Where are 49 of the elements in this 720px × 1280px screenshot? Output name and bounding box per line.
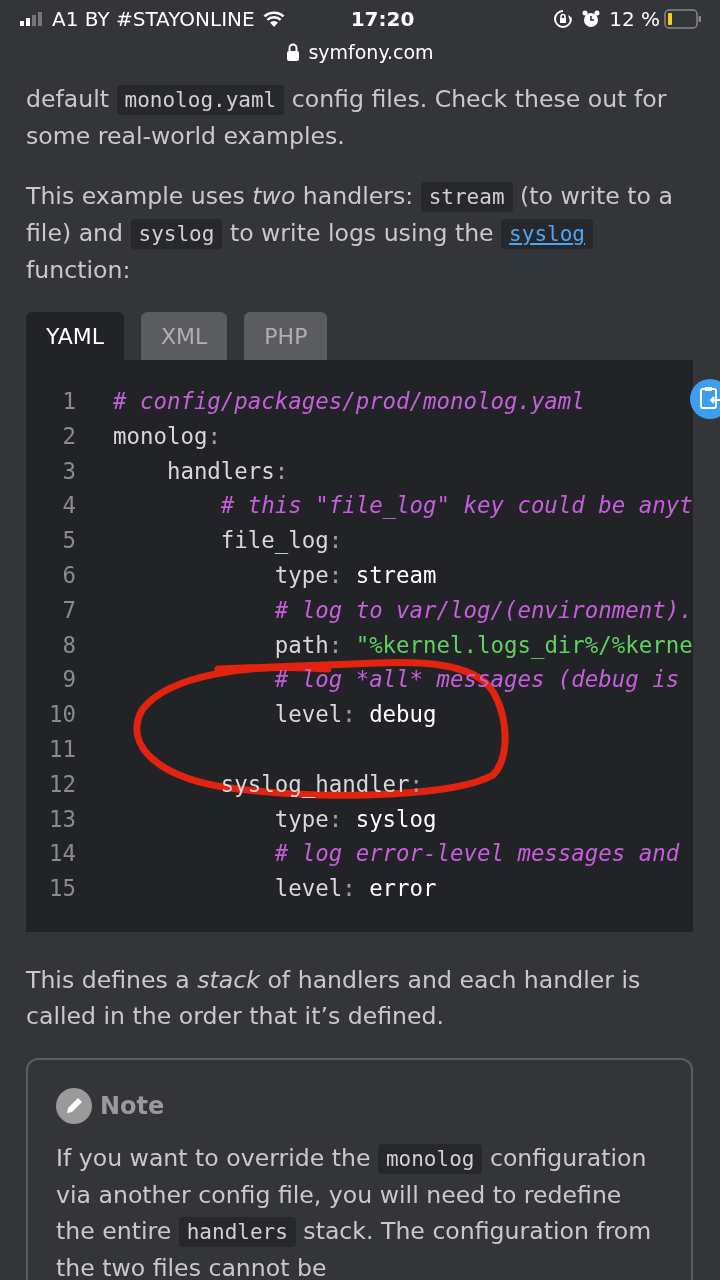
- clock-time: 17:20: [350, 6, 415, 33]
- line-number: 2: [61, 421, 76, 451]
- line-number: 15: [48, 874, 76, 904]
- code-tab[interactable]: YAML: [26, 312, 125, 360]
- code-line: # log error-level messages and: [273, 839, 680, 869]
- alarm-icon: [581, 9, 602, 29]
- copy-icon[interactable]: [689, 378, 720, 420]
- note-title: Note: [100, 1090, 165, 1122]
- line-number: 6: [61, 561, 76, 590]
- code-line: level: debug: [273, 700, 437, 730]
- rotation-lock-icon: [553, 9, 574, 29]
- battery-icon: [664, 9, 702, 29]
- line-number: 7: [61, 595, 76, 625]
- code-tab[interactable]: XML: [141, 312, 228, 360]
- code-line: type: syslog: [273, 804, 437, 834]
- body-text: This defines a stack of handlers and each handler is called in the order that it’s defined.: [26, 964, 642, 1032]
- code-line: type: stream: [273, 561, 437, 590]
- code-tab[interactable]: PHP: [244, 312, 328, 360]
- code-line: file_log:: [219, 526, 343, 556]
- body-text: This example uses two handlers: stream (to write to a file) and syslog to write logs using the syslog function:: [26, 181, 674, 286]
- lock-icon: [286, 43, 301, 61]
- code-line: path: "%kernel.logs_dir%/%kerne: [273, 630, 693, 661]
- body-text: default monolog.yaml config files. Check these out for some real-world examples.: [26, 84, 668, 152]
- page-url[interactable]: symfony.com: [308, 37, 434, 67]
- code-line: monolog:: [113, 421, 221, 451]
- code-line: # log to var/log/(environment).: [273, 595, 693, 625]
- line-number: 13: [48, 804, 76, 834]
- line-number: 9: [61, 665, 76, 695]
- line-number: 5: [61, 526, 76, 556]
- function-link[interactable]: syslog: [501, 219, 593, 249]
- code-line: syslog_handler:: [219, 769, 424, 800]
- note-text: If you want to override the monolog configuration via another config file, you will need to redefine the entire handlers stack. The configuration from the two files cannot be: [56, 1142, 653, 1280]
- battery-percent: 12 %: [609, 6, 660, 33]
- code-line: # this "file_log" key could be anyt: [219, 491, 693, 521]
- line-number: 14: [48, 839, 76, 869]
- line-number: 3: [61, 456, 76, 486]
- line-number: 1: [61, 387, 76, 416]
- code-line: handlers:: [165, 456, 289, 486]
- code-line: level: error: [273, 874, 437, 904]
- line-number: 8: [61, 630, 76, 660]
- wifi-icon: [262, 11, 285, 27]
- carrier-name: A1 BY #STAYONLINE: [52, 6, 255, 33]
- line-number: 11: [48, 734, 76, 764]
- pencil-icon: [56, 1087, 92, 1124]
- line-number: 10: [48, 700, 76, 730]
- code-line: # config/packages/prod/monolog.yaml: [113, 387, 585, 416]
- line-number: 4: [61, 491, 76, 521]
- signal-icon: [20, 12, 44, 26]
- line-number: 12: [48, 769, 76, 799]
